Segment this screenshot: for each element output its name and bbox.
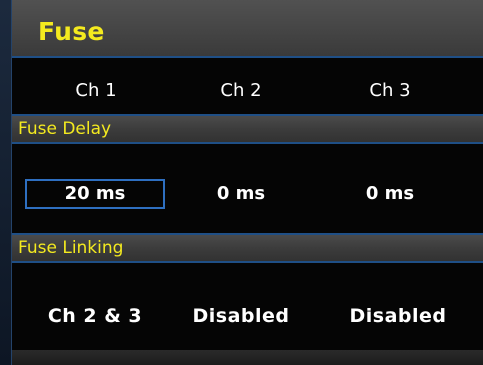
left-edge-strip xyxy=(0,0,12,365)
fuse-linking-label: Fuse Linking xyxy=(18,238,124,258)
channel-2-header: Ch 2 xyxy=(220,80,262,101)
channel-3-header: Ch 3 xyxy=(369,80,411,101)
channel-2-delay-value[interactable]: 0 ms xyxy=(181,183,301,204)
channel-2-linking-value[interactable]: Disabled xyxy=(181,305,301,327)
fuse-delay-section: Fuse Delay xyxy=(12,114,483,144)
fuse-panel: Fuse Ch 1 Ch 2 Ch 3 Fuse Delay 20 ms 0 m… xyxy=(12,0,483,365)
title-bar: Fuse xyxy=(12,0,483,58)
channel-3-delay-value[interactable]: 0 ms xyxy=(330,183,450,204)
channel-1-linking-value[interactable]: Ch 2 & 3 xyxy=(35,305,155,327)
channel-3-linking-value[interactable]: Disabled xyxy=(338,305,458,327)
fuse-screen: Fuse Ch 1 Ch 2 Ch 3 Fuse Delay 20 ms 0 m… xyxy=(0,0,483,365)
fuse-delay-label: Fuse Delay xyxy=(18,119,112,139)
bottom-bar xyxy=(12,350,483,365)
channel-1-header: Ch 1 xyxy=(75,80,117,101)
fuse-linking-section: Fuse Linking xyxy=(12,233,483,263)
channel-1-delay-value[interactable]: 20 ms xyxy=(35,183,155,204)
page-title: Fuse xyxy=(38,17,105,46)
